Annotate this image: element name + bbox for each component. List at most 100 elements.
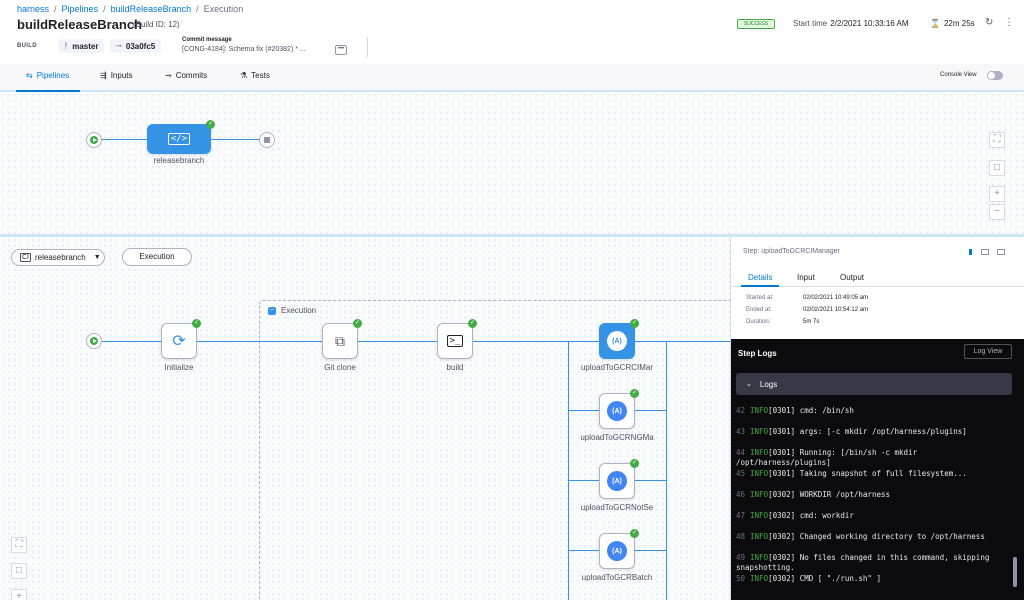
tab-label: Pipelines: [36, 71, 70, 80]
page-header: harness / Pipelines / buildReleaseBranch…: [0, 0, 1024, 64]
connector-line: [635, 341, 730, 342]
pipeline-start: [86, 132, 102, 148]
view-bottom-icon[interactable]: [981, 249, 989, 255]
start-time-label: Start time: [793, 19, 828, 28]
stage-label: releasebranch: [153, 156, 205, 165]
fit-screen-icon[interactable]: ⛶: [989, 132, 1005, 148]
commit-message: [CONG-4184]: Schema fix (#20382) * ...: [182, 46, 306, 53]
console-view-toggle[interactable]: [987, 71, 1003, 80]
chevron-down-icon: ⌄: [746, 381, 752, 388]
view-right-icon[interactable]: [997, 249, 1005, 255]
breadcrumb-current: Execution: [203, 4, 244, 14]
step-label: Git clone: [324, 363, 356, 372]
tab-label: Inputs: [110, 71, 133, 80]
zoom-in-icon[interactable]: +: [11, 589, 27, 600]
branch-icon: ᚹ: [64, 42, 69, 50]
ended-value: 02/02/2021 10:54:12 am: [803, 307, 869, 313]
step-label: uploadToGCRNotSe: [580, 503, 654, 512]
tab-commits[interactable]: ⊸ Commits: [165, 71, 207, 80]
tab-output[interactable]: Output: [840, 273, 864, 282]
more-options-button[interactable]: •••: [335, 45, 347, 55]
breadcrumb-harness[interactable]: harness: [17, 4, 49, 14]
header-divider: [367, 37, 368, 57]
focus-icon[interactable]: □: [11, 563, 27, 579]
log-scrollbar[interactable]: [1013, 557, 1017, 587]
connector-line: [102, 341, 162, 342]
commit-chip[interactable]: ⊸ 03a0fc5: [110, 39, 162, 53]
branch-name: master: [72, 41, 99, 51]
stage-selector-value: releasebranch: [35, 253, 86, 262]
breadcrumb-separator: /: [196, 4, 199, 14]
started-label: Started at:: [746, 295, 774, 301]
plugin-icon: ⧉: [335, 332, 345, 349]
gcr-icon: (A): [607, 541, 627, 561]
build-label: BUILD: [17, 43, 37, 49]
log-view-button[interactable]: Log View: [964, 344, 1012, 359]
log-line: 46 INFO[0302] WORKDIR /opt/harness: [736, 490, 891, 499]
step-node-upload-ng-manager[interactable]: (A) ✓: [599, 389, 639, 429]
step-node-upload-ci-manager[interactable]: (A) ✓: [599, 319, 639, 359]
flask-icon: ⚗: [240, 71, 248, 80]
execution-button[interactable]: Execution: [122, 248, 192, 266]
tab-pipelines[interactable]: ⇆ Pipelines: [26, 71, 69, 80]
stage-icon: CI: [20, 253, 31, 262]
step-title: Step: uploadToGCRCIManager: [743, 248, 840, 255]
commit-icon: ⊸: [116, 43, 122, 50]
success-check-icon: ✓: [468, 319, 477, 328]
success-check-icon: ✓: [630, 529, 639, 538]
step-node-initialize[interactable]: ⟳ ✓: [161, 319, 201, 359]
connector-line: [473, 341, 599, 342]
breadcrumb-separator: /: [54, 4, 57, 14]
execution-group-header[interactable]: − Execution: [268, 306, 316, 315]
app-root: harness / Pipelines / buildReleaseBranch…: [0, 0, 1024, 600]
started-value: 02/02/2021 10:49:05 am: [803, 295, 869, 301]
code-icon: </>: [167, 133, 191, 145]
branch-chip: ᚹ master: [58, 39, 105, 53]
step-label: uploadToGCRCIMar: [580, 363, 654, 372]
focus-icon[interactable]: □: [989, 160, 1005, 176]
logs-section-header[interactable]: ⌄ Logs: [736, 373, 1012, 395]
tab-tests[interactable]: ⚗ Tests: [240, 71, 270, 80]
commit-message-label: Commit message: [182, 37, 232, 43]
breadcrumb: harness / Pipelines / buildReleaseBranch…: [17, 4, 243, 14]
breadcrumb-pipelines[interactable]: Pipelines: [62, 4, 99, 14]
log-line: 50 INFO[0302] CMD [ "./run.sh" ]: [736, 574, 881, 583]
zoom-out-icon[interactable]: −: [989, 204, 1005, 220]
step-node-build[interactable]: >_ ✓: [437, 319, 477, 359]
tab-inputs[interactable]: ⇶ Inputs: [100, 71, 133, 80]
commit-icon: ⊸: [165, 71, 172, 80]
parallel-right-rail: [666, 341, 667, 600]
execution-group-label: Execution: [281, 306, 317, 315]
terminal-icon: >_: [446, 335, 464, 347]
fit-screen-icon[interactable]: ⛶: [11, 537, 27, 553]
kebab-menu-icon[interactable]: ⋮: [1004, 17, 1014, 28]
commit-sha: 03a0fc5: [125, 41, 156, 51]
connector-line: [197, 341, 323, 342]
step-node-git-clone[interactable]: ⧉ ✓: [322, 319, 362, 359]
duration-value: 22m 25s: [943, 19, 975, 28]
refresh-icon[interactable]: ↻: [985, 17, 993, 28]
gcr-icon: (A): [607, 401, 627, 421]
log-line: 42 INFO[0301] cmd: /bin/sh: [736, 406, 854, 415]
zoom-in-icon[interactable]: +: [989, 186, 1005, 202]
step-details-panel: Step: uploadToGCRCIManager Details Input…: [730, 237, 1024, 600]
console-view-label: Console View: [940, 72, 977, 78]
step-label: uploadToGCRBatch: [581, 573, 653, 582]
breadcrumb-separator: /: [103, 4, 106, 14]
tab-input[interactable]: Input: [797, 273, 815, 282]
build-id: (Build ID: 12): [133, 20, 180, 29]
success-check-icon: ✓: [353, 319, 362, 328]
pipeline-end: [259, 132, 275, 148]
step-label: build: [446, 363, 464, 372]
stage-selector[interactable]: CI releasebranch ▼: [11, 249, 105, 266]
breadcrumb-pipeline[interactable]: buildReleaseBranch: [111, 4, 192, 14]
stage-node-releasebranch[interactable]: </> ✓: [147, 120, 215, 154]
duration: ⌛ 22m 25s: [930, 19, 975, 28]
tab-details[interactable]: Details: [748, 273, 772, 282]
success-check-icon: ✓: [630, 389, 639, 398]
hourglass-icon: ⌛: [930, 19, 940, 28]
step-node-upload-notification[interactable]: (A) ✓: [599, 459, 639, 499]
view-split-icon[interactable]: [969, 249, 972, 255]
step-node-upload-batch[interactable]: (A) ✓: [599, 529, 639, 569]
start-time-value: 2/2/2021 10:33:16 AM: [830, 19, 909, 28]
